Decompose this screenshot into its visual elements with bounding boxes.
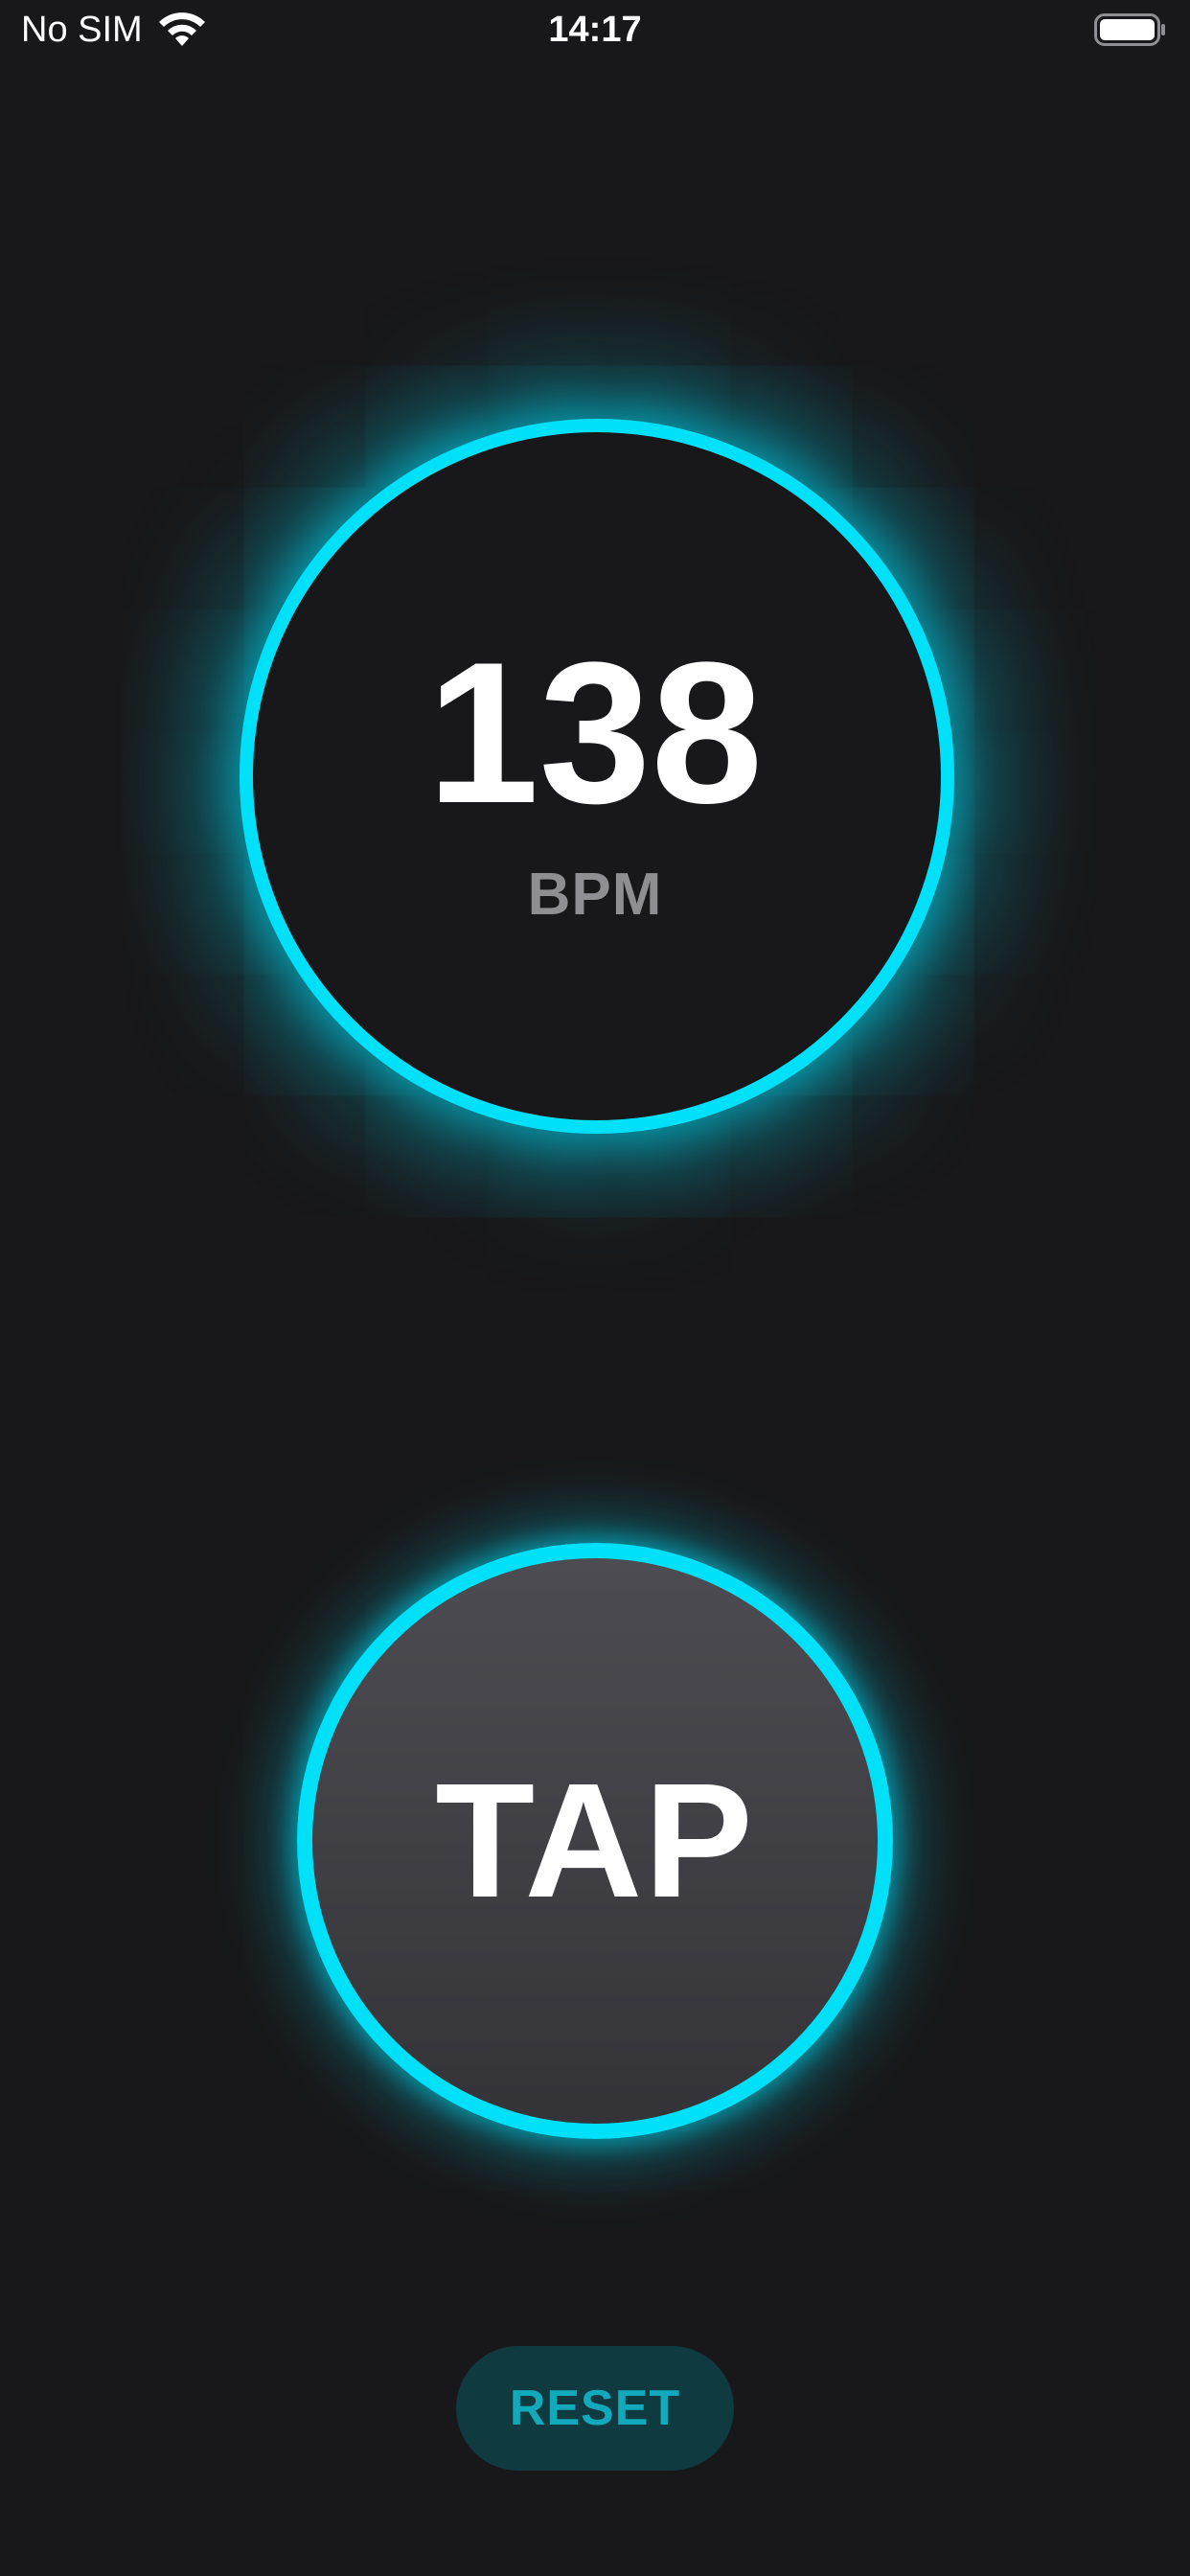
reset-button[interactable]: RESET (456, 2346, 734, 2471)
bpm-unit-label: BPM (527, 862, 663, 928)
status-bar: No SIM 14:17 (0, 0, 1190, 67)
status-time: 14:17 (548, 10, 642, 50)
battery-icon (1094, 13, 1165, 46)
tap-button-label: TAP (435, 1750, 755, 1932)
tap-button[interactable]: TAP (297, 1543, 893, 2139)
reset-button-label: RESET (509, 2380, 681, 2436)
bpm-value: 138 (426, 620, 764, 845)
